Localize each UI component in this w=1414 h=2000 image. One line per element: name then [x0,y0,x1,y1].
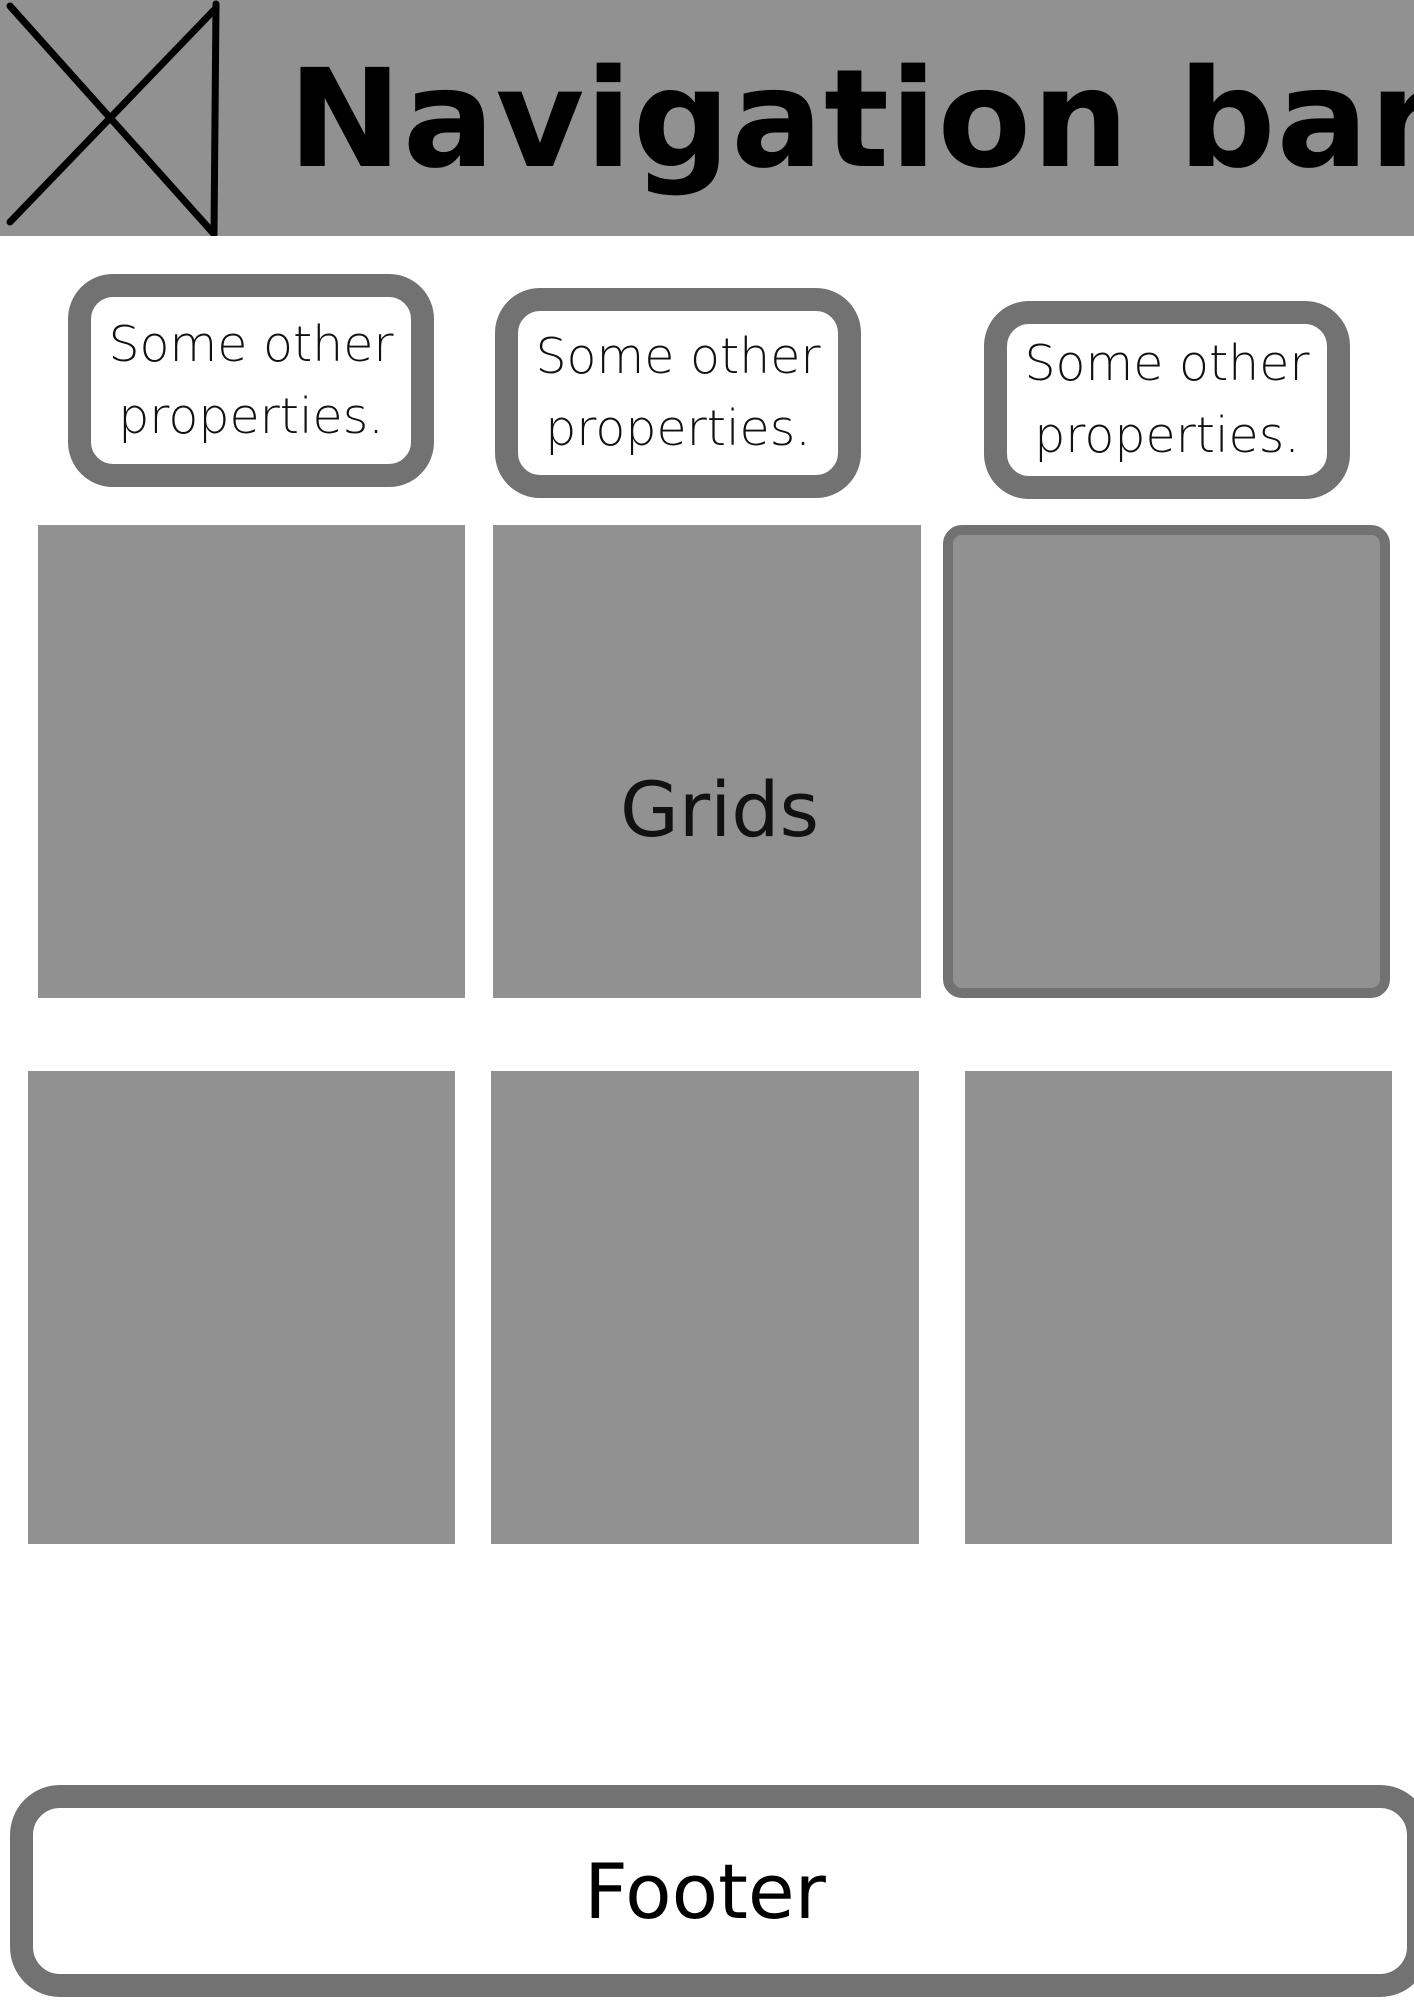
grid-cell-6 [965,1071,1392,1544]
footer: Footer [10,1785,1414,1997]
grid-cell-2 [493,525,921,998]
property-box-3: Some other properties. [984,301,1350,499]
property-text: Some other properties. [1024,335,1310,464]
grids-label: Grids [620,765,820,854]
property-text: Some other properties. [108,315,394,445]
property-box-1: Some other properties. [68,274,434,487]
navigation-bar: Navigation bar [0,0,1414,236]
grid-cell-3 [943,525,1390,998]
grid-cell-5 [491,1071,919,1544]
image-placeholder-icon [6,0,220,236]
grid-cell-4 [28,1071,455,1544]
property-text: Some other properties. [535,328,821,457]
property-box-2: Some other properties. [495,288,861,498]
nav-title: Navigation bar [288,41,1414,199]
grid-cell-1 [38,525,465,998]
footer-label: Footer [584,1846,826,1936]
